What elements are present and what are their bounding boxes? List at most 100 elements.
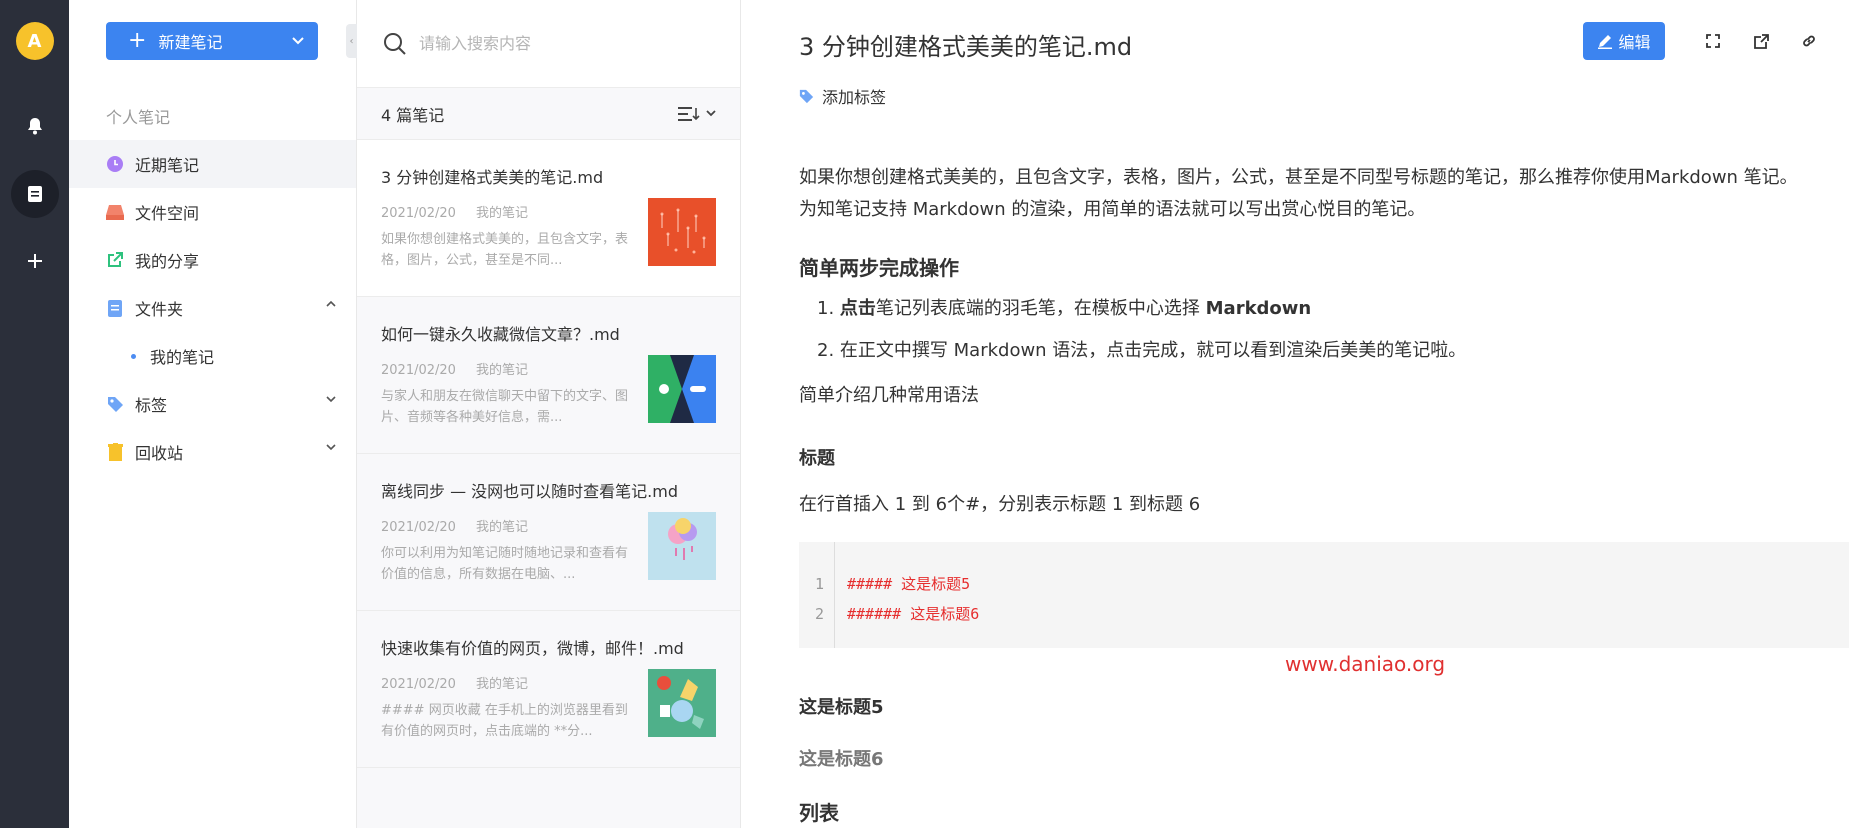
share-icon — [106, 251, 124, 269]
list-item[interactable]: 3 分钟创建格式美美的笔记.md 2021/02/20 我的笔记 如果你想创建格式… — [357, 140, 740, 297]
code-line: ##### 这是标题5 — [847, 575, 971, 593]
sidebar-item-trash[interactable]: 回收站 — [69, 428, 356, 476]
clock-icon — [106, 155, 124, 173]
list-item[interactable]: 快速收集有价值的网页，微博，邮件！.md 2021/02/20 我的笔记 ####… — [357, 611, 740, 768]
edit-button[interactable]: 编辑 — [1583, 22, 1665, 60]
link-icon — [1803, 35, 1815, 47]
note-excerpt: #### 网页收藏 在手机上的浏览器里看到有价值的网页时，点击底端的 **分..… — [381, 703, 628, 739]
chevron-down-icon[interactable] — [292, 37, 304, 45]
line-number: 1 — [814, 575, 824, 593]
note-thumbnail — [648, 198, 716, 266]
note-title: 离线同步 — 没网也可以随时查看笔记.md — [381, 482, 679, 501]
note-title: 快速收集有价值的网页，微博，邮件！.md — [381, 639, 684, 658]
note-excerpt: 与家人和朋友在微信聊天中留下的文字、图片、音频等各种美好信息，需... — [381, 389, 629, 425]
open-external-button[interactable] — [1745, 25, 1777, 57]
pencil-icon — [1598, 35, 1613, 49]
chevron-down-icon[interactable] — [326, 444, 336, 451]
note-title: 如何一键永久收藏微信文章？.md — [381, 325, 620, 344]
sidebar-nav: 近期笔记 文件空间 我的分享 文件夹 我的笔记 标签 回收站 — [69, 140, 356, 476]
list-item[interactable]: 离线同步 — 没网也可以随时查看笔记.md 2021/02/20 我的笔记 你可以… — [357, 454, 740, 611]
section-title: 个人笔记 — [106, 108, 171, 127]
copy-link-button[interactable] — [1793, 25, 1825, 57]
sidebar-item-label: 文件夹 — [135, 300, 184, 319]
chevron-down-icon[interactable] — [326, 396, 336, 403]
step1-text: 笔记列表底端的羽毛笔，在模板中心选择 — [875, 298, 1206, 319]
app-rail: A — [0, 0, 69, 828]
list-header: 4 篇笔记 — [357, 88, 740, 140]
demo-heading-5: 这是标题5 — [799, 697, 884, 718]
new-note-label: 新建笔记 — [158, 33, 223, 52]
note-thumbnail — [648, 355, 716, 423]
fullscreen-icon — [1706, 34, 1720, 48]
new-note-button[interactable]: + 新建笔记 — [106, 22, 318, 60]
step1-bold2: Markdown — [1205, 298, 1312, 319]
note-content: 3 分钟创建格式美美的笔记.md 编辑 添加标签 如果你想创建格式美美的，且包含… — [741, 0, 1849, 828]
chevron-up-icon[interactable] — [326, 300, 336, 307]
notes-button[interactable] — [10, 170, 59, 218]
folder-icon — [106, 299, 124, 317]
demo-heading-6: 这是标题6 — [799, 749, 884, 770]
sidebar-item-files[interactable]: 文件空间 — [69, 188, 356, 236]
sort-button[interactable] — [678, 106, 716, 121]
list-item: 2. 在正文中撰写 Markdown 语法，点击完成，就可以看到渲染后美美的笔记… — [817, 340, 1467, 361]
sidebar-item-shares[interactable]: 我的分享 — [69, 236, 356, 284]
note-folder: 我的笔记 — [475, 363, 528, 378]
sidebar-item-recent[interactable]: 近期笔记 — [69, 140, 356, 188]
title-description: 在行首插入 1 到 6个#，分别表示标题 1 到标题 6 — [799, 494, 1201, 515]
watermark: www.daniao.org — [1285, 652, 1446, 676]
steps-list: 1. 点击笔记列表底端的羽毛笔，在模板中心选择 Markdown 2. 在正文中… — [799, 297, 1849, 381]
doc-toolbar: 编辑 — [1583, 22, 1825, 60]
sidebar: + 新建笔记 ‹ 个人笔记 近期笔记 文件空间 我的分享 文件夹 我的笔记 标签… — [69, 0, 357, 828]
note-thumbnail — [648, 512, 716, 580]
avatar[interactable]: A — [15, 22, 54, 60]
note-date: 2021/02/20 — [381, 520, 456, 535]
sidebar-item-label: 近期笔记 — [135, 156, 200, 175]
sidebar-item-my-notes[interactable]: 我的笔记 — [69, 332, 356, 380]
note-icon — [27, 186, 42, 202]
line-numbers: 1 2 — [799, 542, 835, 648]
search-icon[interactable] — [383, 32, 407, 56]
note-title: 3 分钟创建格式美美的笔记.md — [381, 168, 604, 187]
heading-list: 列表 — [799, 801, 839, 825]
chevron-down-icon — [706, 110, 716, 117]
syntax-intro: 简单介绍几种常用语法 — [799, 385, 979, 406]
sidebar-item-folders[interactable]: 文件夹 — [69, 284, 356, 332]
sidebar-item-tags[interactable]: 标签 — [69, 380, 356, 428]
add-tag-label: 添加标签 — [822, 88, 887, 107]
note-excerpt: 你可以利用为知笔记随时随地记录和查看有价值的信息，所有数据在电脑、... — [381, 546, 629, 582]
note-folder: 我的笔记 — [475, 206, 528, 221]
collapse-sidebar-button[interactable]: ‹ — [346, 24, 357, 58]
note-folder: 我的笔记 — [475, 520, 528, 535]
sort-icon — [678, 106, 700, 121]
search-bar — [357, 0, 740, 88]
search-input[interactable] — [419, 34, 699, 53]
note-count: 4 篇笔记 — [381, 105, 445, 125]
step1-bold: 点击 — [839, 298, 876, 319]
add-button[interactable] — [11, 237, 59, 285]
sidebar-item-label: 回收站 — [135, 444, 184, 463]
list-item: 1. 点击笔记列表底端的羽毛笔，在模板中心选择 Markdown — [817, 298, 1312, 319]
note-date: 2021/02/20 — [381, 206, 456, 221]
page-title: 3 分钟创建格式美美的笔记.md — [799, 33, 1133, 61]
list-item[interactable]: 如何一键永久收藏微信文章？.md 2021/02/20 我的笔记 与家人和朋友在微… — [357, 297, 740, 454]
add-tag-button[interactable]: 添加标签 — [799, 84, 886, 108]
tag-icon — [799, 89, 814, 103]
line-number: 2 — [814, 605, 824, 623]
heading-title: 标题 — [799, 448, 835, 469]
sidebar-item-label: 我的分享 — [135, 252, 200, 271]
inbox-icon — [106, 203, 124, 221]
intro-line-1: 如果你想创建格式美美的，且包含文字，表格，图片，公式，甚至是不同型号标题的笔记，… — [799, 167, 1798, 188]
notifications-button[interactable] — [11, 102, 59, 150]
note-excerpt: 如果你想创建格式美美的，且包含文字，表格，图片，公式，甚至是不同... — [381, 232, 629, 268]
intro-line-2: 为知笔记支持 Markdown 的渲染，用简单的语法就可以写出赏心悦目的笔记。 — [799, 199, 1426, 220]
tag-icon — [106, 395, 124, 413]
plus-icon — [27, 254, 42, 268]
sidebar-item-label: 标签 — [135, 396, 168, 415]
note-list-panel: 4 篇笔记 3 分钟创建格式美美的笔记.md 2021/02/20 我的笔记 如果… — [357, 0, 741, 828]
step2-text: 在正文中撰写 Markdown 语法，点击完成，就可以看到渲染后美美的笔记啦。 — [839, 340, 1467, 361]
fullscreen-button[interactable] — [1697, 25, 1729, 57]
sidebar-item-label: 我的笔记 — [150, 348, 215, 367]
code-lines: ##### 这是标题5 ###### 这是标题6 — [835, 542, 979, 648]
dot-icon — [131, 353, 136, 359]
code-block: 1 2 ##### 这是标题5 ###### 这是标题6 — [799, 542, 1849, 648]
